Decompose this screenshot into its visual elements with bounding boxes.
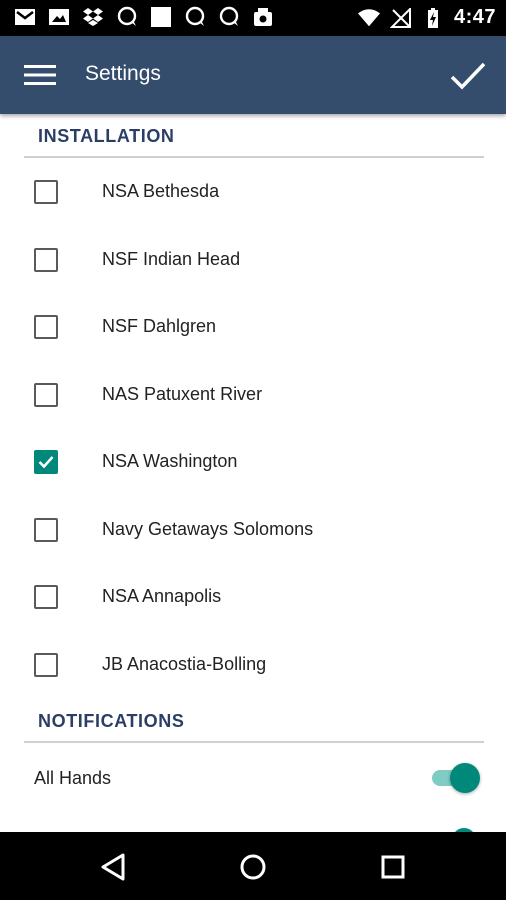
clock: 4:47 [453,6,496,28]
recents-icon [381,855,405,879]
done-button[interactable] [448,56,488,96]
navigation-bar [0,832,506,900]
installation-item[interactable]: Navy Getaways Solomons [0,498,506,562]
installation-item-label: NSF Dahlgren [102,316,217,336]
installation-item-label: NSA Bethesda [102,181,220,201]
chat-bubble-icon [218,6,240,28]
status-bar: 4:47 [0,0,506,36]
installation-item[interactable]: NSA Bethesda [0,160,506,224]
installation-item-label: NAS Patuxent River [102,384,263,404]
home-button[interactable] [236,850,270,884]
installation-item-label: NSA Annapolis [102,586,222,606]
installation-item-label: NSA Washington [102,451,238,471]
all-hands-toggle[interactable] [432,763,480,793]
photo-upload-icon [252,6,274,28]
page-title: Settings [85,62,161,85]
home-icon [240,854,266,880]
chat-bubble-icon [116,6,138,28]
section-divider [24,156,484,158]
checkbox[interactable] [34,180,58,204]
installation-item[interactable]: NSF Dahlgren [0,295,506,359]
check-icon [38,456,54,469]
notification-item-label: All Hands [34,768,112,788]
no-signal-icon [389,7,412,29]
section-divider [24,741,484,743]
installation-item[interactable]: JB Anacostia-Bolling [0,633,506,697]
installation-header: INSTALLATION [38,126,175,146]
installation-item[interactable]: NSA Annapolis [0,565,506,629]
notification-icons [14,6,274,28]
installation-item-label: NSF Indian Head [102,249,241,269]
installation-item-label: JB Anacostia-Bolling [102,654,267,674]
checkbox-checked[interactable] [34,450,58,474]
checkbox[interactable] [34,383,58,407]
installation-item[interactable]: NAS Patuxent River [0,363,506,427]
checkbox[interactable] [34,248,58,272]
app-bar: Settings [0,36,506,114]
checkbox[interactable] [34,518,58,542]
back-button[interactable] [96,850,130,884]
notifications-header: NOTIFICATIONS [38,711,185,731]
menu-button[interactable] [22,58,58,92]
checkbox[interactable] [34,315,58,339]
checkmark-icon [450,62,486,90]
back-icon [101,853,125,881]
checkbox[interactable] [34,653,58,677]
blank-app-icon [150,6,172,28]
image-icon [48,6,70,28]
system-icons: 4:47 [357,6,496,29]
installation-item-label: Navy Getaways Solomons [102,519,314,539]
dropbox-icon [82,6,104,28]
wifi-icon [357,7,380,29]
gmail-icon [14,6,36,28]
checkbox[interactable] [34,585,58,609]
hamburger-menu-icon [24,65,56,85]
battery-charging-icon [422,7,444,29]
next-toggle-partial[interactable] [432,824,480,832]
toggle-thumb [450,763,480,793]
chat-bubble-icon [184,6,206,28]
installation-item[interactable]: NSA Washington [0,430,506,494]
notification-item[interactable]: All Hands [0,746,506,810]
installation-item[interactable]: NSF Indian Head [0,228,506,292]
recents-button[interactable] [376,850,410,884]
